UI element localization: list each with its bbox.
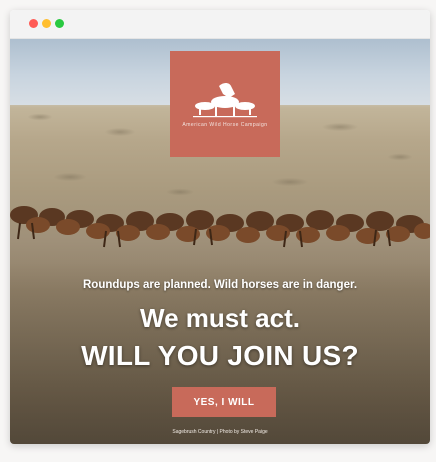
subheadline: Roundups are planned. Wild horses are in… xyxy=(82,279,358,291)
headline: We must act. xyxy=(140,303,300,333)
window-titlebar xyxy=(10,10,430,39)
minimize-window-button[interactable] xyxy=(42,19,51,28)
headline-emphasis: WILL YOU JOIN US? xyxy=(81,340,359,371)
maximize-window-button[interactable] xyxy=(55,19,64,28)
credit-separator: | xyxy=(216,429,219,435)
horses-logo-icon xyxy=(193,83,257,118)
logo-tagline: American Wild Horse Campaign xyxy=(182,122,268,128)
organization-logo[interactable]: American Wild Horse Campaign xyxy=(170,51,280,157)
photo-credits: Sagebrush Country | Photo by Steve Paige xyxy=(10,429,430,435)
close-window-button[interactable] xyxy=(29,19,38,28)
yes-i-will-button[interactable]: YES, I WILL xyxy=(172,387,276,417)
wild-horse-herd-image xyxy=(10,206,430,248)
credit-location: Sagebrush Country xyxy=(172,429,216,435)
hero-banner: American Wild Horse Campaign Roundups ar… xyxy=(10,39,430,444)
browser-window: American Wild Horse Campaign Roundups ar… xyxy=(10,10,430,444)
credit-photographer: Photo by Steve Paige xyxy=(219,429,268,435)
